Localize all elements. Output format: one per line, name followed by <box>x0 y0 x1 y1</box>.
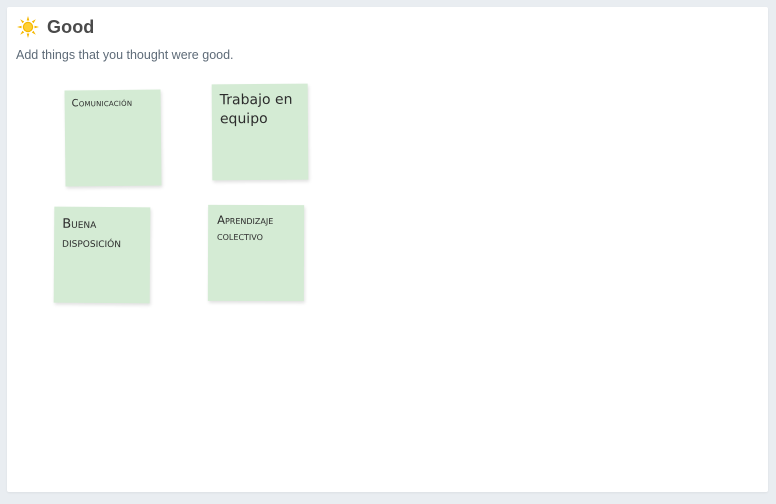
good-column-panel: Good Add things that you thought were go… <box>7 7 768 492</box>
sticky-note[interactable]: Buena disposición <box>53 206 151 304</box>
sticky-note-text: Buena disposición <box>62 216 122 252</box>
sticky-note-text: Aprendizaje colectivo <box>217 212 274 244</box>
sticky-note-text: Comunicación <box>71 97 133 110</box>
sticky-note[interactable]: Trabajo en equipo <box>211 83 309 181</box>
sun-icon <box>17 16 39 38</box>
column-title: Good <box>47 16 95 37</box>
sticky-note-text: Trabajo en equipo <box>219 91 293 128</box>
sticky-note[interactable]: Aprendizaje colectivo <box>207 204 305 302</box>
column-header: Good <box>17 16 94 38</box>
sticky-note[interactable]: Comunicación <box>64 89 162 187</box>
column-subtitle: Add things that you thought were good. <box>16 48 234 62</box>
